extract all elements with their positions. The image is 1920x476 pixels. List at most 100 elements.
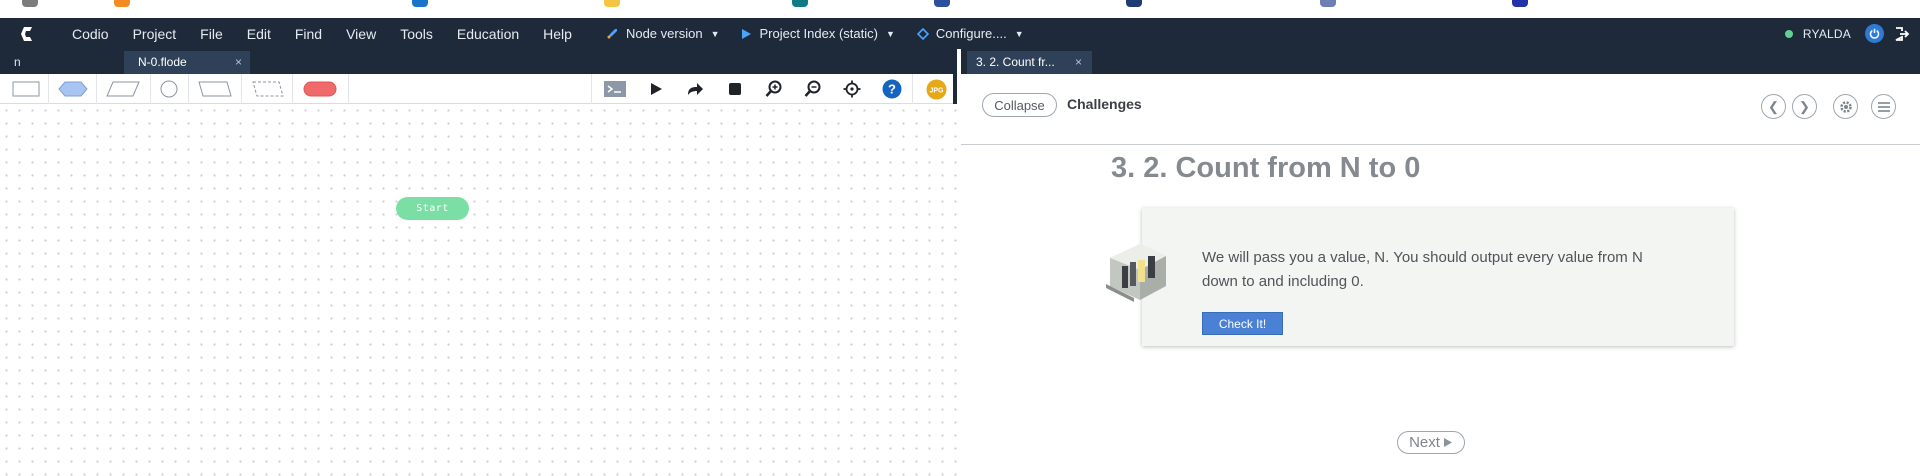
top-menu-bar: Codio Project File Edit Find View Tools … bbox=[0, 18, 1920, 49]
tab-guide[interactable]: 3. 2. Count fr... × bbox=[967, 51, 1092, 74]
bookmark-icon[interactable] bbox=[22, 0, 38, 7]
shape-toolbar: ? JPG bbox=[0, 74, 953, 104]
toolbar-divider bbox=[96, 74, 97, 104]
play-icon bbox=[742, 28, 752, 39]
run-button[interactable] bbox=[645, 79, 667, 99]
play-icon bbox=[1443, 438, 1452, 447]
terminal-button[interactable] bbox=[604, 79, 626, 99]
toolbar-divider bbox=[912, 74, 913, 104]
username[interactable]: RYALDA bbox=[1803, 27, 1851, 41]
toolbar-divider bbox=[188, 74, 189, 104]
check-it-button[interactable]: Check It! bbox=[1202, 312, 1283, 335]
hamburger-icon bbox=[1877, 101, 1890, 112]
online-status-icon bbox=[1784, 29, 1793, 38]
help-icon: ? bbox=[882, 79, 902, 99]
tab-label: n bbox=[14, 55, 21, 69]
configure-menu[interactable]: Configure.... ▼ bbox=[916, 26, 1024, 41]
play-icon bbox=[651, 83, 662, 95]
previous-button[interactable]: ❮ bbox=[1761, 94, 1786, 119]
user-area: RYALDA bbox=[1784, 18, 1910, 49]
terminator-shape-icon[interactable] bbox=[303, 80, 337, 98]
chevron-down-icon: ▼ bbox=[710, 28, 720, 39]
codio-logo-icon[interactable] bbox=[18, 24, 38, 44]
next-button[interactable]: Next bbox=[1397, 431, 1465, 454]
step-button[interactable] bbox=[684, 79, 706, 99]
manual-input-shape-icon[interactable] bbox=[198, 80, 232, 98]
process-shape-icon[interactable] bbox=[12, 80, 40, 98]
guide-pane: 3. 2. Count fr... × Collapse Challenges … bbox=[961, 49, 1920, 476]
challenge-description: We will pass you a value, N. You should … bbox=[1202, 249, 1643, 290]
zoom-out-button[interactable] bbox=[802, 79, 824, 99]
guide-tab-bar: 3. 2. Count fr... × bbox=[961, 49, 1920, 74]
tab-label: N-0.flode bbox=[138, 55, 187, 69]
node-version-menu[interactable]: Node version ▼ bbox=[606, 26, 720, 41]
menu-education[interactable]: Education bbox=[445, 26, 531, 42]
svg-text:JPG: JPG bbox=[929, 87, 944, 94]
chevron-right-icon: ❯ bbox=[1799, 98, 1810, 114]
close-icon[interactable]: × bbox=[1075, 55, 1082, 69]
flowchart-canvas[interactable]: Start bbox=[0, 104, 957, 476]
menu-button[interactable] bbox=[1871, 94, 1896, 119]
logout-icon[interactable] bbox=[1894, 26, 1910, 42]
menu-tools[interactable]: Tools bbox=[388, 26, 445, 42]
stop-button[interactable] bbox=[724, 79, 746, 99]
close-icon[interactable]: × bbox=[235, 55, 242, 69]
export-jpg-icon: JPG bbox=[926, 79, 946, 99]
rocket-icon bbox=[607, 29, 617, 39]
bookmark-icon[interactable] bbox=[1320, 0, 1336, 7]
configure-label: Configure.... bbox=[935, 26, 1007, 41]
power-button[interactable] bbox=[1865, 24, 1884, 43]
power-icon bbox=[1869, 28, 1880, 39]
redo-icon bbox=[688, 83, 703, 95]
settings-button[interactable] bbox=[1833, 94, 1858, 119]
gear-icon bbox=[1839, 100, 1852, 113]
bookmark-icon[interactable] bbox=[792, 0, 808, 7]
menu-find[interactable]: Find bbox=[283, 26, 334, 42]
input-output-shape-icon[interactable] bbox=[106, 80, 140, 98]
menu-help[interactable]: Help bbox=[531, 26, 584, 42]
tab-n-0-flode[interactable]: N-0.flode × bbox=[124, 51, 250, 74]
zoom-in-button[interactable] bbox=[763, 79, 785, 99]
project-index-label: Project Index (static) bbox=[759, 26, 878, 41]
menu-edit[interactable]: Edit bbox=[235, 26, 283, 42]
zoom-in-icon bbox=[765, 80, 782, 97]
start-node[interactable]: Start bbox=[396, 197, 469, 220]
bookmark-icon[interactable] bbox=[604, 0, 620, 7]
chevron-left-icon: ❮ bbox=[1768, 98, 1779, 114]
menu-view[interactable]: View bbox=[334, 26, 388, 42]
bookmark-icon[interactable] bbox=[412, 0, 428, 7]
chevron-down-icon: ▼ bbox=[885, 28, 895, 39]
diamond-icon bbox=[916, 27, 929, 40]
toolbar-divider bbox=[241, 74, 242, 104]
guide-header: Collapse Challenges ❮ ❯ bbox=[961, 74, 1920, 145]
challenge-gate-icon bbox=[1106, 244, 1166, 302]
next-label: Next bbox=[1409, 434, 1440, 451]
bookmark-icon[interactable] bbox=[1126, 0, 1142, 7]
comment-shape-icon[interactable] bbox=[252, 80, 284, 98]
bookmark-icon[interactable] bbox=[1512, 0, 1528, 7]
tab-n[interactable]: n bbox=[0, 51, 124, 74]
collapse-button[interactable]: Collapse bbox=[982, 93, 1057, 117]
menu-project[interactable]: Project bbox=[121, 26, 189, 42]
menu-file[interactable]: File bbox=[188, 26, 235, 42]
flowchart-editor-pane: n N-0.flode × ? JPG Start bbox=[0, 49, 957, 476]
center-view-button[interactable] bbox=[841, 79, 863, 99]
editor-tab-bar: n N-0.flode × bbox=[0, 49, 953, 74]
tab-label: 3. 2. Count fr... bbox=[976, 55, 1055, 69]
decision-shape-icon[interactable] bbox=[58, 80, 88, 98]
bookmarks-bar bbox=[0, 0, 1920, 18]
bookmark-icon[interactable] bbox=[934, 0, 950, 7]
bookmark-icon[interactable] bbox=[114, 0, 130, 7]
svg-text:?: ? bbox=[888, 82, 896, 97]
menu-codio[interactable]: Codio bbox=[60, 26, 121, 42]
export-jpg-button[interactable]: JPG bbox=[925, 79, 947, 99]
challenge-card: We will pass you a value, N. You should … bbox=[1142, 208, 1734, 346]
toolbar-divider bbox=[292, 74, 293, 104]
project-index-menu[interactable]: Project Index (static) ▼ bbox=[741, 26, 895, 41]
help-button[interactable]: ? bbox=[881, 79, 903, 99]
page-title: 3. 2. Count from N to 0 bbox=[1111, 152, 1421, 184]
stop-icon bbox=[729, 83, 741, 95]
next-page-button[interactable]: ❯ bbox=[1792, 94, 1817, 119]
connector-shape-icon[interactable] bbox=[159, 80, 179, 98]
toolbar-divider bbox=[48, 74, 49, 104]
